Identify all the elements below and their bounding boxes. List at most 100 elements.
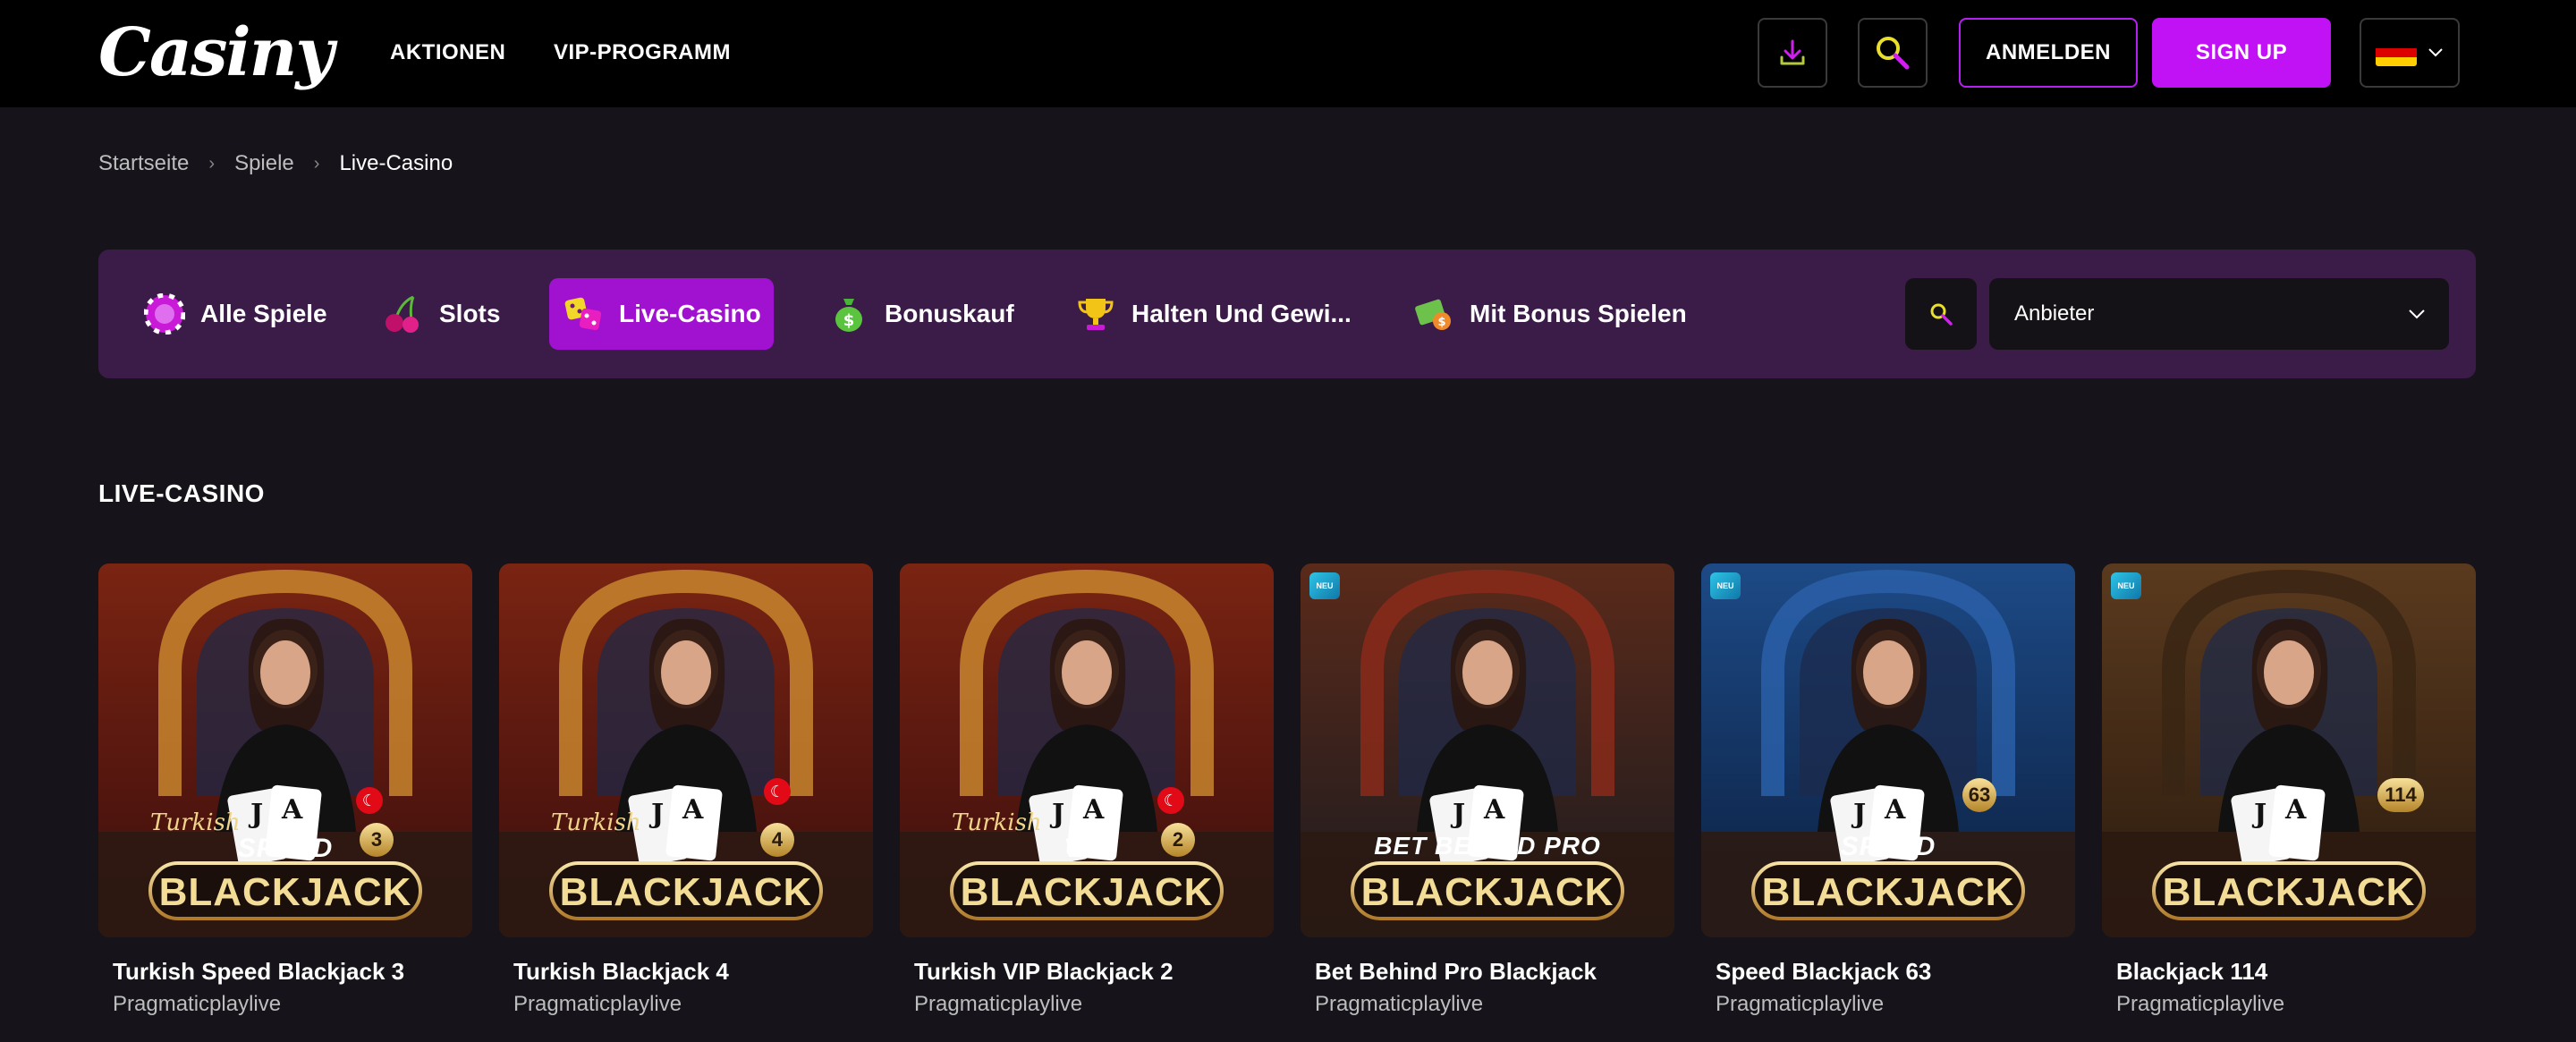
search-button[interactable]	[1858, 18, 1928, 88]
thumb-blackjack-text: BLACKJACK	[1761, 870, 2015, 914]
breadcrumb-current: Live-Casino	[339, 151, 453, 175]
breadcrumb-home[interactable]: Startseite	[98, 150, 189, 177]
game-card[interactable]: J A SPEED BLACKJACK 63 NEU Speed Blackjack 6…	[1701, 563, 2075, 1018]
thumb-subtitle-text: Turkish	[952, 809, 1042, 836]
chevron-down-icon	[2428, 48, 2443, 57]
top-header: Casiny AKTIONEN VIP-PROGRAMM ANMELDEN SI…	[0, 0, 2576, 107]
category-all-games[interactable]: Alle Spiele	[131, 278, 340, 350]
thumb-blackjack-text: BLACKJACK	[559, 870, 813, 914]
category-bonuskauf[interactable]: $ Bonuskauf	[815, 278, 1027, 350]
table-number-badge: 3	[360, 823, 394, 857]
game-card[interactable]: J A Turkish SPEED BLACKJACK 3 ☾ Turkish Speed…	[98, 563, 472, 1018]
svg-text:J: J	[248, 799, 263, 830]
svg-text:A: A	[2284, 794, 2307, 826]
provider-search-button[interactable]	[1905, 278, 1977, 350]
svg-text:J: J	[1450, 799, 1465, 830]
section-title: LIVE-CASINO	[98, 479, 265, 507]
game-thumbnail[interactable]: J A Turkish BLACKJACK 4 ☾	[499, 563, 873, 937]
provider-select-label: Anbieter	[2014, 301, 2095, 326]
game-thumbnail[interactable]: J A SPEED BLACKJACK 63 NEU	[1701, 563, 2075, 937]
category-bar: Alle Spiele Slots Live-Casino $ Bonuskau…	[98, 250, 2476, 378]
thumb-variant-text: SPEED	[237, 834, 334, 863]
signup-button[interactable]: SIGN UP	[2152, 18, 2331, 88]
game-provider: Pragmaticplaylive	[113, 992, 282, 1016]
new-badge: NEU	[1309, 572, 1340, 599]
chip-icon	[143, 292, 186, 335]
game-title[interactable]: Turkish Blackjack 4	[513, 957, 873, 986]
svg-text:J: J	[2251, 799, 2267, 830]
breadcrumb: Startseite › Spiele › Live-Casino	[98, 150, 453, 177]
svg-text:$: $	[1437, 316, 1445, 329]
game-provider: Pragmaticplaylive	[1315, 992, 1484, 1016]
svg-text:$: $	[843, 311, 855, 330]
category-live-casino[interactable]: Live-Casino	[549, 278, 774, 350]
svg-text:J: J	[1049, 799, 1064, 830]
table-number-badge: 114	[2377, 778, 2424, 812]
turkey-flag-icon: ☾	[764, 778, 791, 805]
thumb-blackjack-text: BLACKJACK	[158, 870, 412, 914]
language-selector[interactable]	[2360, 18, 2460, 88]
download-icon	[1780, 39, 1805, 65]
dice-icon	[562, 292, 605, 335]
category-mit-bonus-spielen[interactable]: $ Mit Bonus Spielen	[1400, 278, 1699, 350]
casiny-logo[interactable]: Casiny	[98, 13, 334, 93]
svg-text:A: A	[1082, 794, 1105, 826]
breadcrumb-games[interactable]: Spiele	[234, 150, 294, 177]
game-card[interactable]: J A BET BEHIND PRO BLACKJACK NEU Bet Behind…	[1301, 563, 1674, 1018]
game-card[interactable]: J A Turkish VIP BLACKJACK 2 ☾ Turkish VIP Bla…	[900, 563, 1274, 1018]
thumb-variant-text: BET BEHIND PRO	[1374, 832, 1601, 860]
login-button[interactable]: ANMELDEN	[1959, 18, 2138, 88]
table-number-badge: 63	[1962, 778, 1996, 812]
search-icon	[1877, 37, 1910, 70]
trophy-icon	[1074, 292, 1117, 335]
provider-select[interactable]: Anbieter	[1989, 278, 2449, 350]
chevron-right-icon: ›	[208, 154, 216, 174]
game-title[interactable]: Speed Blackjack 63	[1716, 957, 2075, 986]
game-provider: Pragmaticplaylive	[513, 992, 682, 1016]
chevron-right-icon: ›	[313, 154, 320, 174]
de-flag-icon	[2376, 39, 2417, 66]
category-halten-und-gewinnen[interactable]: Halten Und Gewi...	[1062, 278, 1364, 350]
table-number-badge: 2	[1161, 823, 1195, 857]
svg-text:A: A	[682, 794, 704, 826]
game-title[interactable]: Turkish VIP Blackjack 2	[914, 957, 1274, 986]
download-button[interactable]	[1758, 18, 1827, 88]
game-thumbnail[interactable]: J A BLACKJACK 114 NEU	[2102, 563, 2476, 937]
nav-aktionen[interactable]: AKTIONEN	[390, 39, 505, 66]
svg-text:J: J	[648, 799, 664, 830]
game-thumbnail[interactable]: J A Turkish SPEED BLACKJACK 3 ☾	[98, 563, 472, 937]
thumb-variant-text: VIP	[1063, 834, 1110, 863]
svg-text:A: A	[1884, 794, 1906, 826]
game-title[interactable]: Turkish Speed Blackjack 3	[113, 957, 472, 986]
cherry-icon	[382, 292, 425, 335]
svg-text:A: A	[281, 794, 303, 826]
search-icon	[1930, 303, 1953, 326]
money-bag-icon: $	[827, 292, 870, 335]
new-badge: NEU	[2111, 572, 2141, 599]
game-title[interactable]: Bet Behind Pro Blackjack	[1315, 957, 1674, 986]
game-provider: Pragmaticplaylive	[1716, 992, 1885, 1016]
thumb-variant-text: SPEED	[1840, 832, 1936, 861]
nav-vip-programm[interactable]: VIP-PROGRAMM	[554, 39, 731, 66]
thumb-subtitle-text: Turkish	[150, 809, 241, 836]
svg-text:J: J	[1851, 799, 1866, 830]
table-number-badge: 4	[760, 823, 794, 857]
chevron-down-icon	[2409, 309, 2425, 319]
game-provider: Pragmaticplaylive	[914, 992, 1083, 1016]
thumb-subtitle-text: Turkish	[551, 809, 641, 836]
thumb-blackjack-text: BLACKJACK	[1360, 870, 1614, 914]
new-badge: NEU	[1710, 572, 1741, 599]
thumb-blackjack-text: BLACKJACK	[2162, 870, 2416, 914]
svg-text:A: A	[1483, 794, 1505, 826]
game-card[interactable]: J A Turkish BLACKJACK 4 ☾ Turkish Blackjack …	[499, 563, 873, 1018]
game-thumbnail[interactable]: J A Turkish VIP BLACKJACK 2 ☾	[900, 563, 1274, 937]
turkey-flag-icon: ☾	[1157, 787, 1184, 814]
category-slots[interactable]: Slots	[369, 278, 513, 350]
thumb-blackjack-text: BLACKJACK	[960, 870, 1214, 914]
game-card[interactable]: J A BLACKJACK 114 NEU Blackjack 114 Pragmati…	[2102, 563, 2476, 1018]
game-thumbnail[interactable]: J A BET BEHIND PRO BLACKJACK NEU	[1301, 563, 1674, 937]
bonus-ticket-icon: $	[1412, 292, 1455, 335]
game-title[interactable]: Blackjack 114	[2116, 957, 2476, 986]
turkey-flag-icon: ☾	[356, 787, 383, 814]
game-provider: Pragmaticplaylive	[2116, 992, 2285, 1016]
